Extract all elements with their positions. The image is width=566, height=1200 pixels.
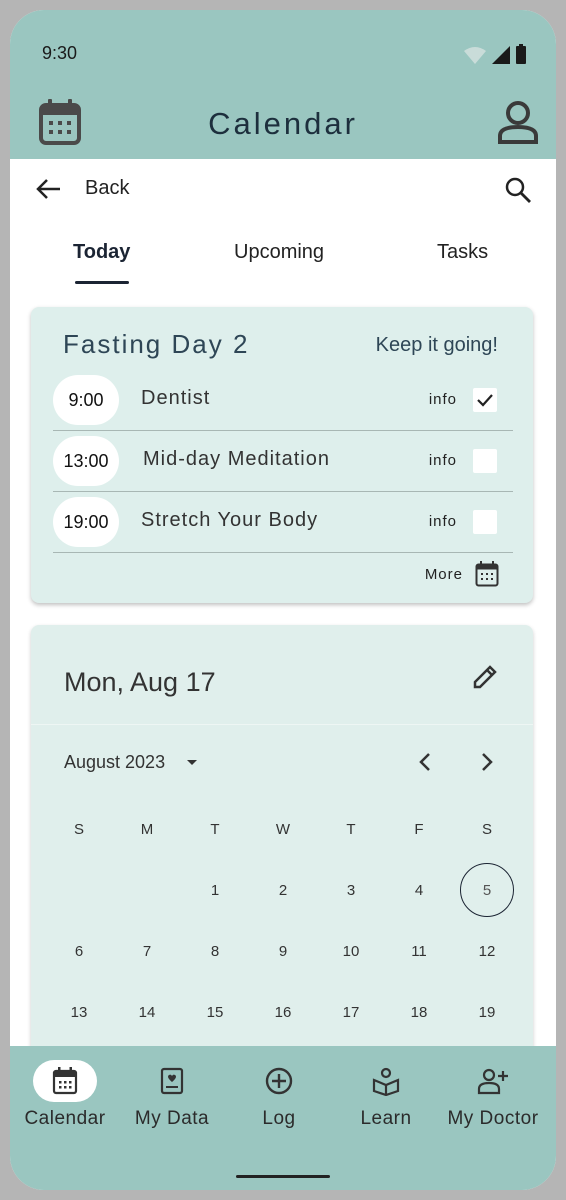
weekday-label: T bbox=[346, 821, 356, 838]
event-row[interactable]: 19:00 Stretch Your Body info bbox=[53, 492, 513, 553]
calendar-day[interactable]: 1 bbox=[188, 863, 242, 917]
user-icon[interactable] bbox=[496, 98, 540, 146]
calendar-day[interactable]: 7 bbox=[120, 924, 174, 978]
chevron-left-icon[interactable] bbox=[417, 751, 433, 773]
back-arrow-icon[interactable] bbox=[34, 177, 62, 201]
calendar-day[interactable]: 8 bbox=[188, 924, 242, 978]
tab-tasks[interactable]: Tasks bbox=[437, 241, 488, 264]
info-link[interactable]: info bbox=[429, 513, 457, 530]
calendar-day[interactable]: 11 bbox=[392, 924, 446, 978]
nav-icon-container bbox=[461, 1060, 525, 1102]
event-row[interactable]: 13:00 Mid-day Meditation info bbox=[53, 431, 513, 492]
tab-today[interactable]: Today bbox=[73, 241, 130, 264]
nav-calendar[interactable]: Calendar bbox=[10, 1060, 120, 1130]
nav-label: Learn bbox=[360, 1108, 412, 1129]
calendar-day[interactable]: 9 bbox=[256, 924, 310, 978]
selected-date: Mon, Aug 17 bbox=[64, 667, 216, 697]
battery-icon bbox=[516, 44, 526, 64]
home-indicator bbox=[236, 1175, 330, 1178]
nav-learn[interactable]: Learn bbox=[331, 1060, 441, 1130]
back-row: Back bbox=[10, 159, 556, 219]
fasting-title: Fasting Day 2 bbox=[63, 329, 250, 359]
divider bbox=[31, 724, 533, 725]
event-checkbox[interactable] bbox=[473, 388, 497, 412]
wifi-icon bbox=[464, 47, 486, 64]
phone-frame: 9:30 Calendar Back Today Upcoming Tasks … bbox=[10, 10, 556, 1190]
nav-icon-container bbox=[354, 1060, 418, 1102]
page-title: Calendar bbox=[208, 106, 358, 141]
weekday-label: T bbox=[210, 821, 220, 838]
status-icons bbox=[464, 44, 526, 64]
calendar-day[interactable]: 15 bbox=[188, 985, 242, 1039]
caret-down-icon[interactable] bbox=[186, 759, 198, 767]
calendar-day[interactable]: 17 bbox=[324, 985, 378, 1039]
calendar-day[interactable]: 14 bbox=[120, 985, 174, 1039]
calendar-icon bbox=[475, 561, 499, 587]
calendar-day[interactable]: 4 bbox=[392, 863, 446, 917]
calendar-day[interactable]: 6 bbox=[52, 924, 106, 978]
weekday-label: S bbox=[481, 821, 492, 838]
edit-pencil-icon[interactable] bbox=[471, 663, 499, 691]
tab-bar: Today Upcoming Tasks bbox=[10, 231, 556, 287]
calendar-day[interactable]: 2 bbox=[256, 863, 310, 917]
event-name: Dentist bbox=[141, 387, 211, 409]
more-label: More bbox=[424, 565, 463, 583]
info-link[interactable]: info bbox=[429, 452, 457, 469]
nav-label: My Doctor bbox=[447, 1108, 539, 1129]
more-button[interactable]: More bbox=[425, 561, 499, 587]
info-link[interactable]: info bbox=[429, 391, 457, 408]
signal-icon bbox=[492, 46, 510, 64]
calendar-day[interactable]: 5 bbox=[460, 863, 514, 917]
calendar-day[interactable]: 13 bbox=[52, 985, 106, 1039]
event-row[interactable]: 9:00 Dentist info bbox=[53, 370, 513, 431]
bottom-nav: Calendar My Data Log Learn My Doctor bbox=[10, 1046, 556, 1190]
calendar-day[interactable]: 18 bbox=[392, 985, 446, 1039]
event-checkbox[interactable] bbox=[473, 510, 497, 534]
checkmark-icon bbox=[477, 394, 493, 407]
calendar-day[interactable]: 19 bbox=[460, 985, 514, 1039]
calendar-day[interactable]: 16 bbox=[256, 985, 310, 1039]
calendar-day[interactable]: 12 bbox=[460, 924, 514, 978]
calendar-day[interactable]: 3 bbox=[324, 863, 378, 917]
weekday-label: F bbox=[414, 821, 424, 838]
date-picker-card: Mon, Aug 17 August 2023 SMTWTFS123456789… bbox=[31, 625, 533, 1046]
my-data-icon bbox=[160, 1067, 184, 1095]
event-time: 9:00 bbox=[53, 375, 119, 425]
calendar-day[interactable]: 10 bbox=[324, 924, 378, 978]
app-bar: Calendar bbox=[10, 90, 556, 159]
weekday-label: S bbox=[73, 821, 84, 838]
nav-my-doctor[interactable]: My Doctor bbox=[438, 1060, 548, 1130]
weekday-label: W bbox=[275, 821, 291, 838]
event-name: Mid-day Meditation bbox=[143, 448, 330, 470]
event-checkbox[interactable] bbox=[473, 449, 497, 473]
learn-icon bbox=[372, 1067, 400, 1096]
encouragement-text: Keep it going! bbox=[375, 334, 498, 356]
nav-icon-container bbox=[247, 1060, 311, 1102]
search-icon[interactable] bbox=[504, 176, 532, 204]
event-name: Stretch Your Body bbox=[141, 509, 319, 531]
chevron-right-icon[interactable] bbox=[479, 751, 495, 773]
calendar-icon bbox=[52, 1067, 78, 1095]
nav-icon-container bbox=[33, 1060, 97, 1102]
tab-upcoming[interactable]: Upcoming bbox=[234, 241, 324, 264]
nav-icon-container bbox=[140, 1060, 204, 1102]
nav-log[interactable]: Log bbox=[224, 1060, 334, 1130]
nav-label: Log bbox=[262, 1108, 296, 1129]
nav-label: My Data bbox=[134, 1108, 210, 1129]
weekday-label: M bbox=[140, 821, 154, 838]
nav-label: Calendar bbox=[24, 1108, 106, 1129]
add-circle-icon bbox=[265, 1067, 293, 1095]
tab-indicator bbox=[75, 281, 129, 284]
content-area: Back Today Upcoming Tasks Fasting Day 2 … bbox=[10, 159, 556, 1046]
nav-my-data[interactable]: My Data bbox=[117, 1060, 227, 1130]
status-bar: 9:30 bbox=[10, 10, 556, 90]
event-time: 19:00 bbox=[53, 497, 119, 547]
event-time: 13:00 bbox=[53, 436, 119, 486]
status-time: 9:30 bbox=[42, 43, 78, 63]
add-person-icon bbox=[477, 1068, 508, 1095]
fasting-card: Fasting Day 2 Keep it going! 9:00 Dentis… bbox=[31, 307, 533, 603]
back-button[interactable]: Back bbox=[85, 177, 129, 200]
month-selector[interactable]: August 2023 bbox=[64, 752, 165, 773]
